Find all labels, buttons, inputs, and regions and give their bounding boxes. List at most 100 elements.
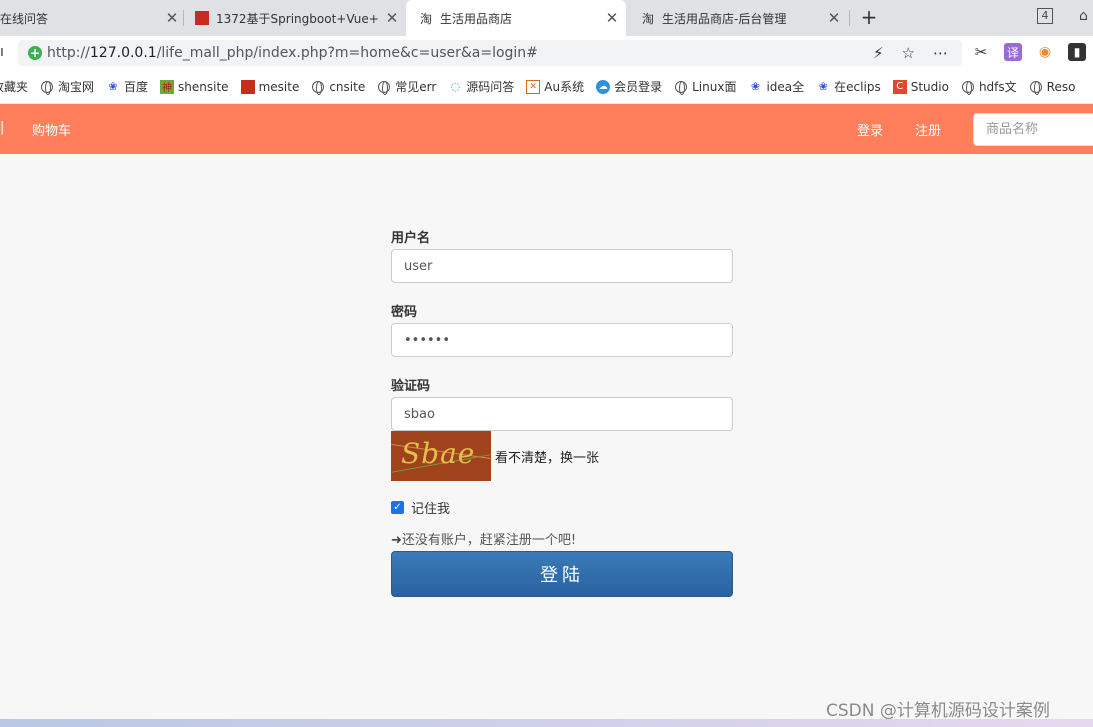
cart-link[interactable]: 购物车 (32, 120, 71, 139)
register-link[interactable]: 注册 (915, 120, 941, 139)
bookmark-item[interactable]: cnsite (311, 79, 366, 95)
csdn-icon (194, 10, 210, 26)
bookmark-item[interactable]: 常见err (377, 78, 436, 95)
bookmark-item[interactable]: 淘宝网 (40, 78, 94, 95)
tab-title: 1372基于Springboot+Vue+ (216, 11, 378, 26)
globe-icon (961, 80, 975, 95)
address-bar-row: ı + http://127.0.0.1/life_mall_php/index… (0, 36, 1093, 70)
bookmark-label: 淘宝网 (58, 80, 95, 94)
login-link[interactable]: 登录 (857, 120, 883, 139)
tab-life-store[interactable]: 淘 生活用品商店 ✕ (406, 0, 626, 36)
more-icon[interactable]: ⋯ (933, 44, 948, 62)
site-navbar: | 购物车 登录 注册 (0, 104, 1093, 154)
reader-icon[interactable]: ▮ (1068, 43, 1086, 61)
shen-icon: 神 (160, 79, 175, 94)
new-tab-button[interactable]: + (858, 6, 880, 28)
tab-title: 在线问答 (0, 11, 49, 26)
tab-admin[interactable]: 淘 生活用品商店-后台管理 ✕ (628, 0, 848, 36)
lightning-icon[interactable]: ⚡ (873, 44, 884, 62)
globe-icon (40, 80, 54, 95)
tab-count-badge[interactable]: 4 (1037, 8, 1053, 24)
remember-label: 记住我 (411, 502, 451, 517)
bookmark-item[interactable]: C Studio (892, 79, 949, 94)
home-link-edge[interactable]: | (0, 120, 4, 136)
bookmark-label: cnsite (329, 79, 366, 94)
bookmark-item[interactable]: Reso (1029, 79, 1076, 95)
login-submit-button[interactable]: 登陆 (391, 551, 733, 597)
tab-springboot[interactable]: 1372基于Springboot+Vue+ ✕ (194, 0, 400, 36)
translate-icon[interactable]: 译 (1004, 43, 1022, 61)
globe-icon (674, 80, 688, 95)
product-search-input[interactable] (973, 113, 1093, 146)
captcha-refresh-link[interactable]: 看不清楚，换一张 (495, 447, 599, 466)
bookmark-label: Reso (1046, 79, 1076, 94)
baidu-paw-icon: ❀ (108, 80, 118, 93)
mesite-icon (240, 79, 255, 94)
username-input[interactable]: user (391, 249, 733, 283)
close-icon[interactable]: ✕ (164, 9, 180, 27)
csdn-watermark: CSDN @计算机源码设计案例 (826, 701, 1050, 721)
globe-icon (311, 80, 325, 95)
bookmark-label: Linux面 (692, 80, 737, 94)
close-icon[interactable]: ✕ (384, 9, 400, 27)
bookmark-item[interactable]: ❀ 在eclips (816, 78, 881, 95)
bookmark-item[interactable]: ❀ idea全 (748, 78, 804, 95)
scissors-icon[interactable]: ✂ (972, 43, 990, 61)
bookmark-item[interactable]: ◌ 源码问答 (448, 78, 514, 95)
tab-online-qa[interactable]: 在线问答 ✕ (0, 0, 180, 36)
captcha-image[interactable]: Sbae (391, 431, 491, 481)
gamepad-icon[interactable]: ◉ (1036, 43, 1054, 61)
extension-toolbar: ✂ 译 ◉ ▮ (972, 43, 1086, 61)
bookmark-label: idea全 (766, 80, 805, 94)
tao-icon: 淘 (419, 11, 432, 26)
taskbar-strip (0, 719, 1093, 727)
remember-me[interactable]: ✓ 记住我 (391, 498, 450, 517)
address-bar[interactable]: + http://127.0.0.1/life_mall_php/index.p… (18, 40, 962, 66)
url-text: http://127.0.0.1/life_mall_php/index.php… (47, 45, 538, 61)
bookmark-item[interactable]: 神 shensite (160, 79, 229, 94)
star-icon[interactable]: ☆ (902, 44, 915, 62)
home-icon[interactable]: ı (0, 44, 4, 60)
bookmark-item[interactable]: ✕ Au系统 (526, 78, 584, 95)
globe-icon (377, 80, 391, 95)
shirt-icon[interactable]: ⌂ (1079, 8, 1088, 24)
username-label: 用户名 (391, 231, 431, 246)
captcha-input[interactable]: sbao (391, 397, 733, 431)
bookmark-label: Au系统 (544, 80, 585, 94)
tab-title: 生活用品商店-后台管理 (662, 11, 787, 26)
bookmark-item[interactable]: hdfs文 (961, 78, 1017, 95)
captcha-image-text: Sbae (401, 437, 476, 470)
password-input[interactable]: •••••• (391, 323, 733, 357)
url-path: /life_mall_php/index.php?m=home&c=user&a… (156, 45, 538, 61)
bookmark-label: 在eclips (834, 80, 881, 94)
secure-plus-icon: + (28, 46, 42, 60)
tab-separator (849, 10, 850, 26)
cloud-icon: ☁ (596, 79, 611, 94)
bookmark-label: 常见err (395, 80, 437, 94)
bookmark-label: 会员登录 (614, 80, 663, 94)
register-prompt-text: 还没有账户，赶紧注册一个吧! (401, 533, 577, 548)
baidu-paw-icon: ❀ (818, 80, 828, 93)
remember-checkbox[interactable]: ✓ (391, 501, 404, 514)
register-prompt-link[interactable]: ➜还没有账户，赶紧注册一个吧! (391, 529, 576, 548)
url-actions: ⚡ ☆ ⋯ (873, 40, 948, 66)
au-icon: ✕ (526, 79, 541, 94)
bookmark-item[interactable]: Linux面 (674, 78, 736, 95)
bookmarks-bar: 收藏夹 淘宝网 ❀ 百度 神shensite mesite cnsite 常见er… (0, 70, 1093, 104)
close-icon[interactable]: ✕ (604, 9, 620, 27)
bookmark-item[interactable]: mesite (240, 79, 300, 94)
bookmark-label: shensite (178, 79, 229, 94)
c-icon: C (892, 79, 907, 94)
browser-tab-strip: 在线问答 ✕ 1372基于Springboot+Vue+ ✕ 淘 生活用品商店 … (0, 0, 1093, 36)
baidu-paw-icon: ❀ (750, 80, 761, 93)
bookmark-item[interactable]: ☁ 会员登录 (596, 78, 662, 95)
close-icon[interactable]: ✕ (826, 9, 842, 27)
bookmark-label: mesite (258, 79, 300, 94)
bookmark-item[interactable]: 收藏夹 (0, 78, 28, 95)
password-label: 密码 (391, 305, 418, 320)
bookmark-label: 百度 (124, 80, 149, 94)
url-scheme: http:// (47, 45, 90, 61)
tab-title: 生活用品商店 (440, 11, 513, 26)
bookmark-label: 收藏夹 (0, 80, 29, 94)
bookmark-item[interactable]: ❀ 百度 (106, 78, 148, 95)
